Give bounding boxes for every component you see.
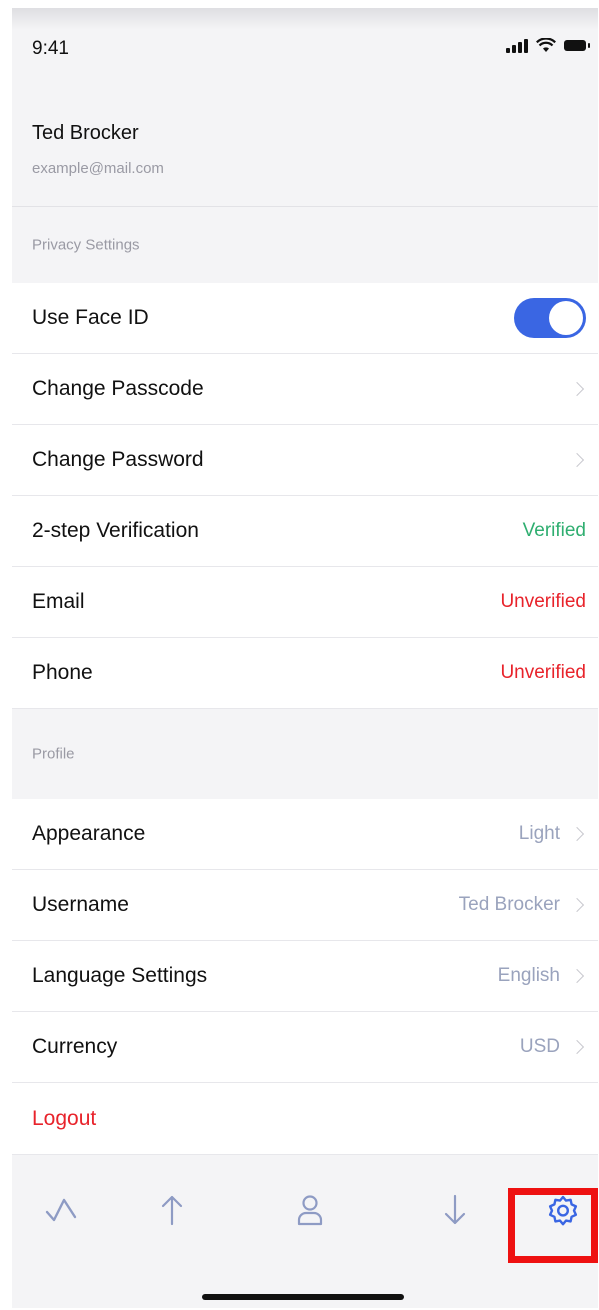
settings-tab-highlight xyxy=(508,1188,598,1263)
row-use-face-id: Use Face ID xyxy=(12,283,598,354)
row-username[interactable]: Username Ted Brocker xyxy=(12,870,598,941)
profile-email: example@mail.com xyxy=(32,160,164,177)
row-label: Change Password xyxy=(32,448,204,471)
chart-line-icon xyxy=(45,1198,77,1222)
row-label: Use Face ID xyxy=(32,306,149,329)
status-icons xyxy=(506,37,590,53)
row-currency[interactable]: Currency USD xyxy=(12,1012,598,1083)
privacy-settings-list: Use Face ID Change Passcode Change Passw… xyxy=(12,283,598,709)
chevron-right-icon xyxy=(569,968,585,984)
status-bar: 9:41 xyxy=(12,8,598,96)
arrow-up-icon xyxy=(161,1195,183,1226)
battery-icon xyxy=(564,39,590,51)
row-change-passcode[interactable]: Change Passcode xyxy=(12,354,598,425)
phone-status: Unverified xyxy=(500,662,586,683)
tab-bar xyxy=(12,1158,598,1308)
row-label: Change Passcode xyxy=(32,377,204,400)
row-label: Appearance xyxy=(32,822,146,845)
chevron-right-icon xyxy=(569,381,585,397)
row-label: Currency xyxy=(32,1035,118,1058)
section-header-profile: Profile xyxy=(12,709,598,799)
section-header-label: Privacy Settings xyxy=(32,236,140,254)
arrow-down-icon xyxy=(444,1194,466,1225)
row-label: Phone xyxy=(32,661,93,684)
row-appearance[interactable]: Appearance Light xyxy=(12,799,598,870)
chevron-right-icon xyxy=(569,897,585,913)
row-label: 2-step Verification xyxy=(32,519,199,542)
tab-chart[interactable] xyxy=(32,1180,92,1240)
section-header-privacy: Privacy Settings xyxy=(12,207,598,283)
face-id-toggle[interactable] xyxy=(514,298,586,338)
row-label: Username xyxy=(32,893,129,916)
profile-name: Ted Brocker xyxy=(32,122,139,144)
row-language-settings[interactable]: Language Settings English xyxy=(12,941,598,1012)
chevron-right-icon xyxy=(569,826,585,842)
phone-screen: 9:41 Ted Brocker example@mail.com Privac… xyxy=(12,8,598,1308)
logout-label: Logout xyxy=(32,1106,97,1130)
section-header-label: Profile xyxy=(32,745,75,763)
tab-profile[interactable] xyxy=(280,1180,340,1240)
tab-send[interactable] xyxy=(142,1180,202,1240)
verification-status: Verified xyxy=(522,520,586,541)
appearance-value: Light xyxy=(518,823,560,844)
row-2-step-verification[interactable]: 2-step Verification Verified xyxy=(12,496,598,567)
toggle-knob xyxy=(549,301,583,335)
chevron-right-icon xyxy=(569,1039,585,1055)
chevron-right-icon xyxy=(569,452,585,468)
tab-receive[interactable] xyxy=(425,1180,485,1240)
row-label: Language Settings xyxy=(32,964,208,987)
cellular-signal-icon xyxy=(506,37,528,53)
profile-settings-list: Appearance Light Username Ted Brocker La… xyxy=(12,799,598,1155)
home-indicator xyxy=(202,1294,404,1300)
row-label: Email xyxy=(32,590,85,613)
status-time: 9:41 xyxy=(32,38,69,59)
wifi-icon xyxy=(536,37,556,52)
user-icon xyxy=(297,1195,323,1226)
row-phone[interactable]: Phone Unverified xyxy=(12,638,598,709)
logout-button[interactable]: Logout xyxy=(12,1083,598,1155)
row-change-password[interactable]: Change Password xyxy=(12,425,598,496)
username-value: Ted Brocker xyxy=(458,894,560,915)
profile-header: Ted Brocker example@mail.com xyxy=(12,108,598,207)
email-status: Unverified xyxy=(500,591,586,612)
currency-value: USD xyxy=(519,1036,560,1057)
language-value: English xyxy=(497,965,560,986)
row-email[interactable]: Email Unverified xyxy=(12,567,598,638)
